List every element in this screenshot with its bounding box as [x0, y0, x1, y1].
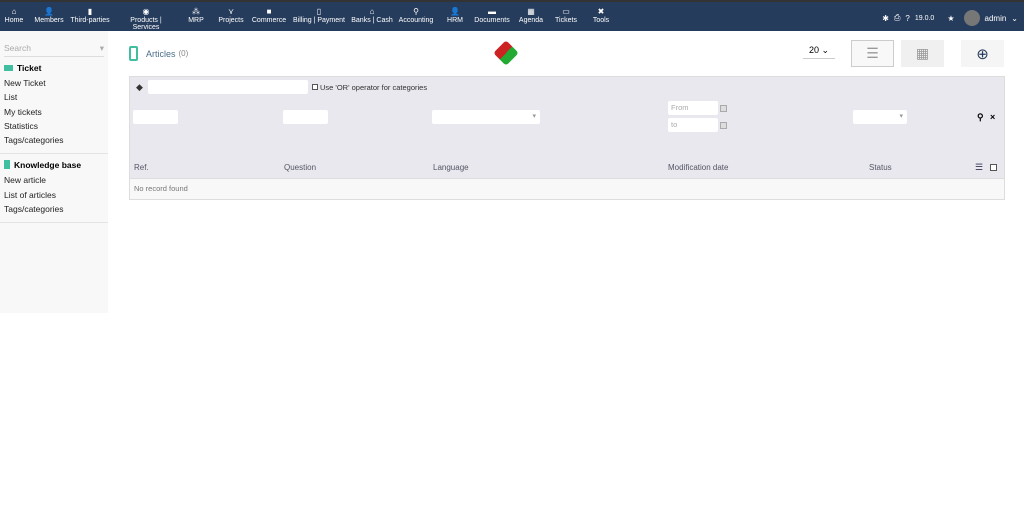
search-input[interactable]: Search ▾	[4, 43, 104, 57]
menu-label: Third-parties	[70, 17, 110, 24]
chevron-down-icon: ▾	[99, 43, 104, 53]
sidebar-section-title[interactable]: Ticket	[4, 63, 108, 78]
ref-filter-input[interactable]	[133, 110, 178, 124]
menu-item-third-parties[interactable]: ▮ Third-parties	[60, 6, 120, 24]
menu-label: HRM	[447, 17, 463, 24]
section-title-text: Ticket	[17, 63, 42, 73]
bookmark-star-icon[interactable]: ★	[947, 14, 954, 23]
menu-icon: ▯	[316, 7, 322, 16]
column-ref[interactable]: Ref.	[134, 163, 149, 172]
page-size-value: 20	[808, 45, 819, 55]
clear-filter-icon[interactable]: ×	[990, 112, 995, 122]
grid-icon: ▦	[915, 45, 930, 61]
menu-item-billing-payment[interactable]: ▯ Billing | Payment	[289, 6, 349, 24]
calendar-icon[interactable]	[720, 105, 727, 112]
print-icon[interactable]: ⎙	[894, 13, 900, 23]
or-operator-checkbox[interactable]: Use 'OR' operator for categories	[312, 83, 427, 92]
sidebar-item-new-article[interactable]: New article	[4, 175, 108, 189]
tag-icon: ◆	[136, 82, 143, 92]
menu-icon: ✖	[597, 7, 605, 16]
sidebar: Search ▾ Ticket New Ticket List My ticket…	[0, 31, 108, 313]
plus-circle-icon: ⊕	[976, 45, 989, 63]
sidebar-section-title[interactable]: Knowledge base	[4, 160, 108, 175]
kanban-view-button[interactable]: ▦	[901, 40, 944, 67]
column-selector-icon[interactable]: ☰	[975, 162, 983, 173]
help-icon[interactable]: ?	[905, 14, 909, 23]
menu-label: Tools	[592, 17, 610, 24]
empty-message: No record found	[130, 179, 1004, 199]
bug-icon[interactable]: ✱	[882, 14, 889, 23]
section-title-text: Knowledge base	[14, 160, 82, 171]
chevron-down-icon[interactable]: ⌄	[1011, 14, 1018, 23]
avatar[interactable]	[963, 10, 980, 26]
top-menu-bar: ⌂ Home 👤 Members ▮ Third-parties ◉ Products | S…	[0, 0, 1024, 37]
page-size-select[interactable]: 20 ⌄	[803, 45, 835, 59]
sidebar-item-tags[interactable]: Tags/categories	[4, 135, 108, 149]
menu-icon: ▮	[87, 7, 93, 16]
list-icon: ☰	[866, 45, 879, 61]
column-status[interactable]: Status	[869, 163, 892, 172]
column-question[interactable]: Question	[284, 163, 316, 172]
menu-item-tools[interactable]: ✖ Tools	[571, 6, 631, 24]
book-icon	[129, 46, 138, 61]
checkbox-icon	[312, 84, 318, 90]
date-to-input[interactable]: to	[668, 118, 718, 132]
page-title-text: Articles	[146, 48, 176, 59]
list-view-button[interactable]: ☰	[851, 40, 894, 67]
select-all-checkbox[interactable]	[990, 164, 997, 171]
date-from-input[interactable]: From	[668, 101, 718, 115]
or-operator-label: Use 'OR' operator for categories	[320, 83, 428, 92]
sidebar-item-list[interactable]: List	[4, 92, 108, 106]
question-filter-input[interactable]	[283, 110, 328, 124]
sidebar-section-ticket: Ticket New Ticket List My tickets Statis…	[0, 57, 108, 155]
menu-label: Commerce	[251, 17, 287, 24]
calendar-icon[interactable]	[720, 122, 727, 129]
filter-row: ◆ Use 'OR' operator for categories From …	[130, 77, 1004, 157]
articles-table: ◆ Use 'OR' operator for categories From …	[129, 76, 1005, 200]
sidebar-section-knowledge-base: Knowledge base New article List of artic…	[0, 154, 108, 224]
record-count: (0)	[178, 49, 189, 58]
page-title: Articles (0)	[129, 46, 188, 61]
user-name[interactable]: admin	[985, 14, 1007, 23]
search-icon[interactable]: ⚲	[977, 112, 984, 123]
column-modification-date[interactable]: Modification date	[668, 163, 728, 172]
menu-label: Products | Services	[130, 17, 162, 31]
version-label: 19.0.0	[914, 14, 935, 22]
search-placeholder: Search	[4, 43, 31, 53]
category-filter-input[interactable]	[148, 80, 308, 94]
book-icon	[4, 160, 10, 170]
sidebar-item-new-ticket[interactable]: New Ticket	[4, 78, 108, 92]
column-language[interactable]: Language	[433, 163, 469, 172]
sidebar-item-statistics[interactable]: Statistics	[4, 121, 108, 135]
app-logo-icon	[493, 40, 519, 66]
sidebar-item-my-tickets[interactable]: My tickets	[4, 107, 108, 121]
table-header: Ref. Question Language Modification date…	[130, 157, 1004, 179]
status-filter-select[interactable]	[853, 110, 907, 124]
new-article-button[interactable]: ⊕	[961, 40, 1004, 67]
sidebar-item-tags[interactable]: Tags/categories	[4, 204, 108, 218]
language-filter-select[interactable]	[432, 110, 540, 124]
menu-label: Billing | Payment	[292, 17, 345, 24]
ticket-icon	[4, 65, 13, 71]
sidebar-item-list-of-articles[interactable]: List of articles	[4, 190, 108, 204]
